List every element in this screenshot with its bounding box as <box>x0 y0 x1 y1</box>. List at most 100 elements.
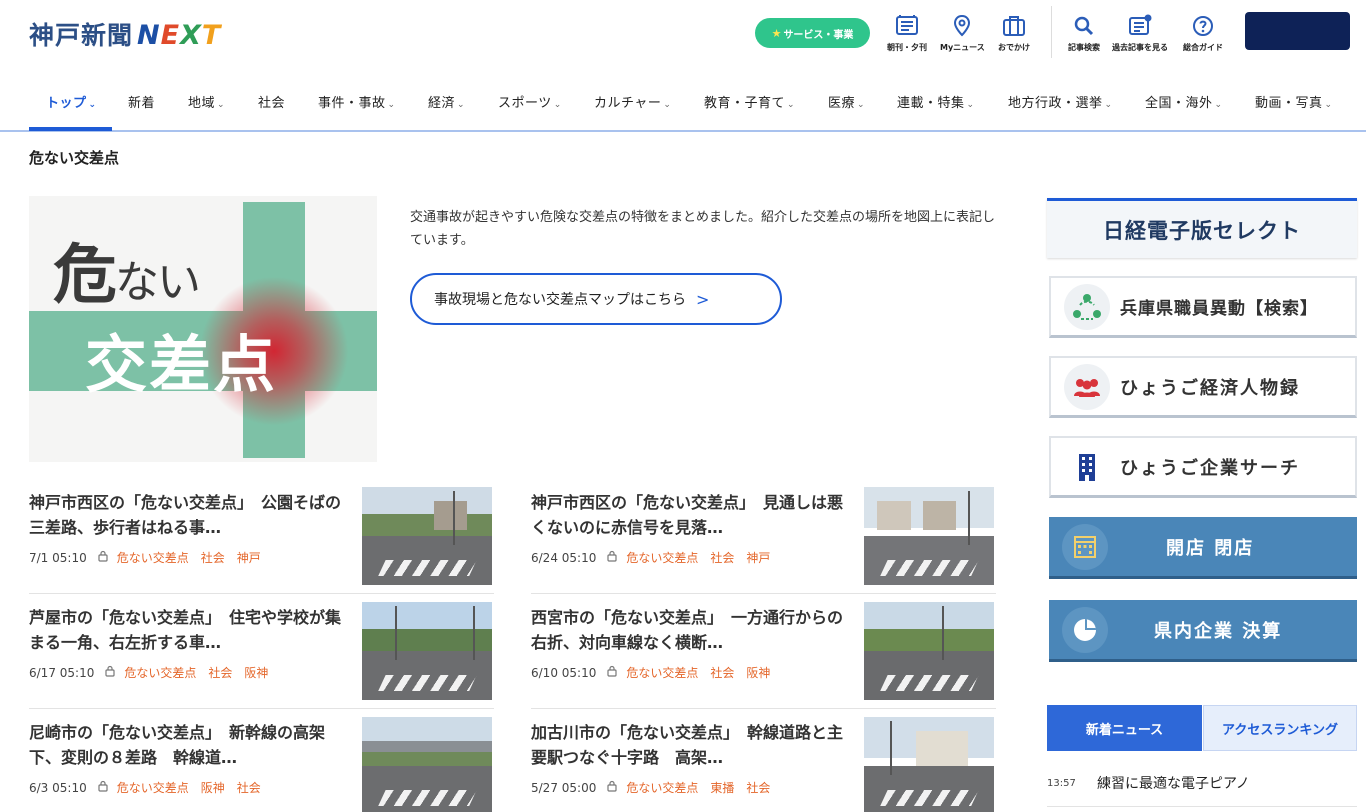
nav-item-video[interactable]: 動画・写真 ⌄ <box>1255 92 1333 111</box>
company-earnings-link[interactable]: 県内企業 決算 <box>1049 600 1357 662</box>
article-card[interactable]: 加古川市の「危ない交差点」 幹線道路と主要駅つなぐ十字路 高架… 5/27 05… <box>531 717 996 812</box>
article-tag[interactable]: 社会 <box>201 549 225 566</box>
chevron-down-icon: ⌄ <box>457 100 466 110</box>
logo-text: 神戸新聞 <box>29 21 134 50</box>
article-tag[interactable]: 阪神 <box>201 779 225 796</box>
nav-item-incidents[interactable]: 事件・事故 ⌄ <box>318 92 396 111</box>
article-title: 西宮市の「危ない交差点」 一方通行からの右折、対向車線なく横断… <box>531 608 844 652</box>
store-open-close-link[interactable]: 開店 閉店 <box>1049 517 1357 579</box>
article-title: 神戸市西区の「危ない交差点」 見通しは悪くないのに赤信号を見落… <box>531 493 844 537</box>
odekake-label: おでかけ <box>998 43 1030 52</box>
article-time: 5/27 05:00 <box>531 780 597 795</box>
news-time: 13:57 <box>1047 777 1076 789</box>
article-search-label: 記事検索 <box>1068 43 1100 52</box>
nav-item-top[interactable]: トップ ⌄ <box>46 92 97 111</box>
article-thumbnail <box>362 717 492 812</box>
article-tag[interactable]: 阪神 <box>244 664 268 681</box>
business-people-link[interactable]: ひょうご経済人物録 <box>1049 356 1357 418</box>
article-tag[interactable]: 危ない交差点 <box>117 779 189 796</box>
login-button[interactable] <box>1245 12 1350 50</box>
article-card[interactable]: 尼崎市の「危ない交差点」 新幹線の高架下、変則の８差路 幹線道… 6/3 05:… <box>29 717 494 812</box>
nav-item-region[interactable]: 地域 ⌄ <box>188 92 225 111</box>
article-tag[interactable]: 危ない交差点 <box>124 664 196 681</box>
article-tag[interactable]: 社会 <box>208 664 232 681</box>
article-tag[interactable]: 社会 <box>710 664 734 681</box>
chevron-down-icon: ⌄ <box>1214 100 1223 110</box>
star-icon: ★ <box>771 26 782 40</box>
search-icon <box>1074 16 1094 36</box>
main-nav: トップ ⌄ 新着 地域 ⌄ 社会 事件・事故 ⌄ 経済 ⌄ スポーツ ⌄ カルチャー ⌄ 教… <box>0 72 1366 132</box>
article-tag[interactable]: 東播 <box>710 779 734 796</box>
past-articles-label: 過去記事を見る <box>1112 43 1168 52</box>
newspaper-button[interactable]: 朝刊・夕刊 <box>887 14 927 53</box>
nikkei-select-banner[interactable]: 日経電子版セレクト <box>1047 198 1357 258</box>
article-time: 6/3 05:10 <box>29 780 87 795</box>
page-title: 危ない交差点 <box>29 149 120 167</box>
news-tabs: 新着ニュース アクセスランキング <box>1047 705 1357 751</box>
tab-latest-news[interactable]: 新着ニュース <box>1047 705 1202 751</box>
article-tag[interactable]: 阪神 <box>746 664 770 681</box>
article-tag[interactable]: 危ない交差点 <box>117 549 189 566</box>
article-tag[interactable]: 神戸 <box>237 549 261 566</box>
store-open-close-label: 開店 閉店 <box>1166 537 1255 559</box>
article-thumbnail <box>362 487 492 585</box>
people-network-icon <box>1064 283 1110 330</box>
news-list-item[interactable]: 13:57 練習に最適な電子ピアノ <box>1047 773 1357 793</box>
article-title: 芦屋市の「危ない交差点」 住宅や学校が集まる一角、右左折する車… <box>29 608 342 652</box>
tab-access-ranking[interactable]: アクセスランキング <box>1203 705 1357 751</box>
chevron-down-icon: ⌄ <box>217 100 226 110</box>
feature-banner-image: 危ない 交差点 <box>29 196 377 462</box>
my-news-label: Myニュース <box>940 43 985 52</box>
article-tag[interactable]: 神戸 <box>746 549 770 566</box>
chevron-down-icon: ⌄ <box>88 100 97 110</box>
past-articles-icon <box>1129 14 1152 35</box>
guide-button[interactable]: 総合ガイド <box>1183 14 1223 53</box>
nav-item-society[interactable]: 社会 <box>258 92 285 111</box>
nav-item-new[interactable]: 新着 <box>128 92 155 111</box>
article-card[interactable]: 芦屋市の「危ない交差点」 住宅や学校が集まる一角、右左折する車… 6/17 05… <box>29 602 494 709</box>
article-title: 神戸市西区の「危ない交差点」 公園そばの三差路、歩行者はねる事… <box>29 493 342 537</box>
company-search-link[interactable]: ひょうご企業サーチ <box>1049 436 1357 498</box>
chevron-down-icon: ⌄ <box>1324 100 1333 110</box>
article-tag[interactable]: 危ない交差点 <box>626 779 698 796</box>
chevron-down-icon: ⌄ <box>857 100 866 110</box>
article-thumbnail <box>864 487 994 585</box>
article-tag[interactable]: 危ない交差点 <box>626 549 698 566</box>
lock-icon <box>104 665 116 680</box>
article-tag[interactable]: 社会 <box>237 779 261 796</box>
article-card[interactable]: 神戸市西区の「危ない交差点」 公園そばの三差路、歩行者はねる事… 7/1 05:… <box>29 487 494 594</box>
past-articles-button[interactable]: 過去記事を見る <box>1112 14 1168 53</box>
article-title: 尼崎市の「危ない交差点」 新幹線の高架下、変則の８差路 幹線道… <box>29 723 326 767</box>
my-news-button[interactable]: Myニュース <box>940 14 985 53</box>
article-tag[interactable]: 社会 <box>746 779 770 796</box>
site-logo[interactable]: 神戸新聞 NEXT <box>29 16 221 52</box>
help-icon <box>1193 16 1213 36</box>
chevron-down-icon: ⌄ <box>663 100 672 110</box>
nav-item-national[interactable]: 全国・海外 ⌄ <box>1145 92 1223 111</box>
article-card[interactable]: 西宮市の「危ない交差点」 一方通行からの右折、対向車線なく横断… 6/10 05… <box>531 602 996 709</box>
lock-icon <box>97 780 109 795</box>
service-button[interactable]: ★ サービス・事業 <box>755 18 870 48</box>
nav-item-economy[interactable]: 経済 ⌄ <box>428 92 465 111</box>
nav-active-underline <box>29 127 112 131</box>
pie-chart-icon <box>1062 606 1108 653</box>
nav-item-features[interactable]: 連載・特集 ⌄ <box>897 92 975 111</box>
chevron-down-icon: ⌄ <box>387 100 396 110</box>
article-tag[interactable]: 社会 <box>710 549 734 566</box>
lock-icon <box>606 550 618 565</box>
nav-item-sports[interactable]: スポーツ ⌄ <box>498 92 562 111</box>
building-icon <box>1064 443 1110 490</box>
article-tag[interactable]: 危ない交差点 <box>626 664 698 681</box>
nav-item-culture[interactable]: カルチャー ⌄ <box>594 92 671 111</box>
location-pin-icon <box>954 14 971 37</box>
nav-item-local-gov[interactable]: 地方行政・選挙 ⌄ <box>1008 92 1113 111</box>
service-label: サービス・事業 <box>783 29 854 41</box>
accident-map-button[interactable]: 事故現場と危ない交差点マップはこちら > <box>410 273 782 325</box>
article-card[interactable]: 神戸市西区の「危ない交差点」 見通しは悪くないのに赤信号を見落… 6/24 05… <box>531 487 996 594</box>
odekake-button[interactable]: おでかけ <box>998 14 1030 53</box>
article-search-button[interactable]: 記事検索 <box>1068 14 1100 53</box>
nav-item-education[interactable]: 教育・子育て ⌄ <box>704 92 795 111</box>
staff-transfer-search-link[interactable]: 兵庫県職員異動【検索】 <box>1049 276 1357 338</box>
article-thumbnail <box>864 717 994 812</box>
nav-item-medical[interactable]: 医療 ⌄ <box>828 92 865 111</box>
